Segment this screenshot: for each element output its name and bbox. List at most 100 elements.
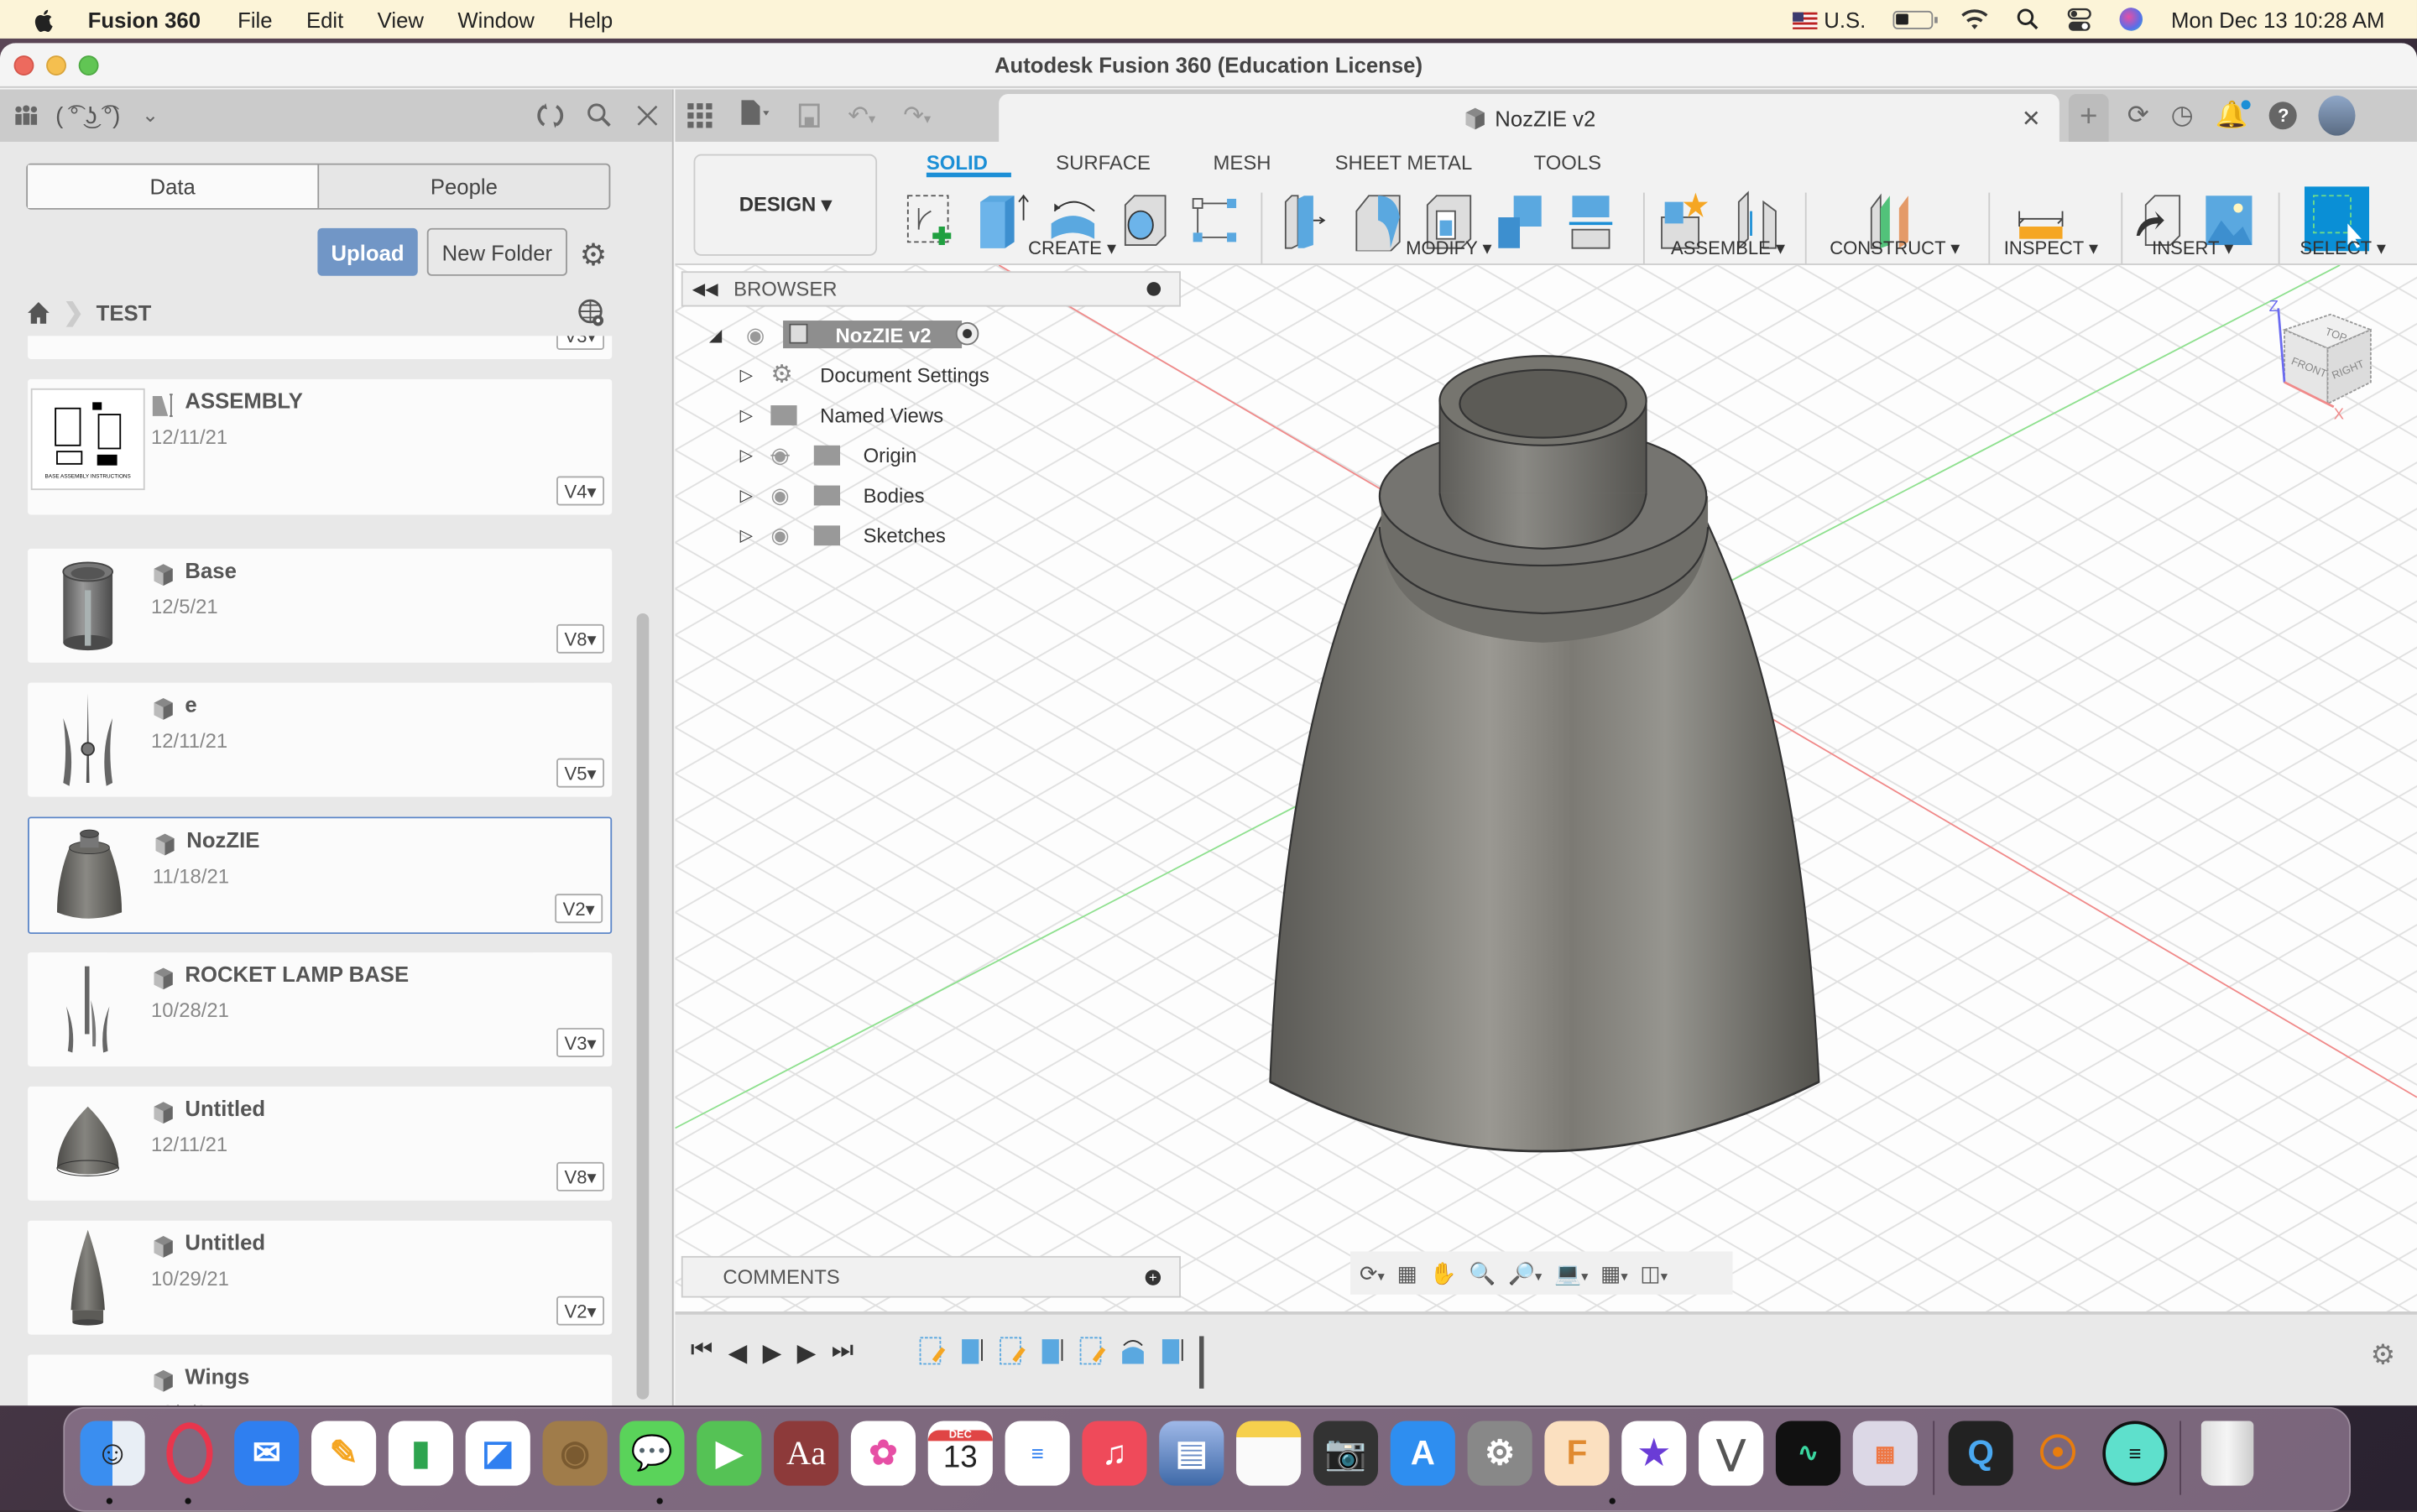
menu-app-name[interactable]: Fusion 360 (88, 7, 201, 31)
tab-people[interactable]: People (319, 165, 608, 208)
user-avatar[interactable] (2318, 95, 2357, 136)
dock-quicktime-icon[interactable]: Q (1948, 1421, 2013, 1486)
dock-pages-icon[interactable]: ✎ (311, 1421, 377, 1486)
add-comment-icon[interactable]: + (1145, 1270, 1162, 1285)
dock-opera-icon[interactable] (157, 1421, 222, 1485)
dock-image-capture-icon[interactable]: 📷 (1313, 1421, 1379, 1486)
file-card[interactable]: Untitled 12/11/21 V8 ▾ (28, 1086, 613, 1201)
new-tab-button[interactable]: + (2068, 94, 2109, 142)
timeline-settings-gear-icon[interactable]: ⚙ (2371, 1339, 2396, 1372)
activate-radio-icon[interactable] (955, 321, 979, 346)
viewports-icon[interactable]: ◫▾ (1640, 1260, 1668, 1286)
dock-activity-monitor-icon[interactable]: ∿ (1775, 1421, 1841, 1486)
dock-notes-icon[interactable] (1236, 1421, 1302, 1486)
save-icon[interactable] (798, 103, 820, 128)
fit-window-icon[interactable]: 🔎▾ (1508, 1260, 1542, 1286)
tree-item[interactable]: ▷ ⚙ Document Settings (740, 357, 1110, 391)
data-panel-grid-icon[interactable] (687, 103, 713, 128)
menu-help[interactable]: Help (568, 7, 613, 31)
hidden-eye-icon[interactable]: ◉ (770, 441, 789, 467)
menu-edit[interactable]: Edit (306, 7, 343, 31)
home-icon[interactable] (26, 300, 50, 325)
display-settings-icon[interactable]: 💻▾ (1554, 1260, 1588, 1286)
file-card-selected[interactable]: NozZIE 11/18/21 V2 ▾ (28, 816, 613, 935)
siri-icon[interactable] (2120, 8, 2143, 31)
notifications-bell-icon[interactable]: 🔔 (2216, 100, 2252, 131)
pattern-icon[interactable] (1187, 190, 1242, 251)
battery-icon[interactable] (1893, 9, 1939, 29)
apple-icon[interactable] (33, 7, 57, 32)
search-icon[interactable] (586, 102, 613, 129)
file-card[interactable]: Wings 12/5/21 (28, 1354, 613, 1406)
root-component-label[interactable]: NozZIE v2 (783, 321, 963, 349)
expand-triangle-icon[interactable]: ▷ (740, 524, 755, 545)
dock-calendar-icon[interactable]: DEC 13 (927, 1421, 993, 1486)
tab-mesh[interactable]: MESH (1214, 151, 1271, 175)
view-cube[interactable]: TOP FRONT RIGHT Z X (2257, 296, 2380, 423)
collapse-browser-icon[interactable]: ◀◀ (692, 279, 718, 299)
dock-reminders-icon[interactable]: ≡ (1005, 1421, 1070, 1486)
combine-icon[interactable] (1492, 190, 1548, 251)
file-card[interactable]: V3▾ (28, 336, 613, 359)
file-card[interactable]: ROCKET LAMP BASE 10/28/21 V3 ▾ (28, 952, 613, 1067)
version-dropdown[interactable]: V2 ▾ (555, 894, 603, 924)
dock-imovie-icon[interactable]: ★ (1621, 1421, 1687, 1486)
dock-system-preferences-icon[interactable]: ⚙ (1467, 1421, 1532, 1486)
team-chevron-down-icon[interactable]: ⌄ (142, 103, 159, 128)
menu-view[interactable]: View (378, 7, 424, 31)
upload-button[interactable]: Upload (317, 227, 418, 276)
tab-tools[interactable]: TOOLS (1534, 151, 1602, 175)
timeline-extrude-icon[interactable] (1159, 1336, 1187, 1367)
wifi-icon[interactable] (1961, 8, 1989, 30)
help-icon[interactable]: ? (2269, 102, 2298, 130)
timeline-extrude-icon[interactable] (1039, 1336, 1067, 1367)
redo-icon[interactable]: ↷▾ (903, 100, 931, 131)
input-source[interactable]: U.S. (1793, 7, 1866, 32)
select-menu[interactable]: SELECT ▾ (2300, 237, 2386, 259)
go-to-end-icon[interactable]: ⏭ (832, 1337, 854, 1369)
version-dropdown[interactable]: V5 ▾ (556, 758, 604, 788)
file-card[interactable]: e 12/11/21 V5 ▾ (28, 682, 613, 797)
job-status-clock-icon[interactable]: ◷ (2171, 100, 2194, 131)
tab-data[interactable]: Data (28, 164, 320, 208)
file-card[interactable]: Untitled 10/29/21 V2 ▾ (28, 1220, 613, 1335)
visibility-eye-icon[interactable]: ◉ (770, 522, 789, 548)
create-menu[interactable]: CREATE ▾ (1028, 237, 1116, 259)
expand-triangle-icon[interactable]: ▷ (740, 445, 755, 465)
expand-triangle-icon[interactable]: ▷ (740, 485, 755, 504)
new-folder-button[interactable]: New Folder (426, 227, 567, 276)
close-panel-icon[interactable] (635, 103, 660, 128)
extensions-icon[interactable]: ⟳ (2127, 100, 2149, 131)
document-tab[interactable]: NozZIE v2 ✕ (999, 94, 2059, 142)
close-tab-icon[interactable]: ✕ (2022, 105, 2041, 133)
insert-menu[interactable]: INSERT ▾ (2152, 237, 2233, 259)
dock-trash-icon[interactable] (2200, 1421, 2254, 1486)
control-center-icon[interactable] (2068, 7, 2092, 31)
team-name[interactable]: ( ͡° ͜ʖ ͡°) (55, 102, 120, 128)
dock-caliper-app-icon[interactable]: ⋁ (1699, 1421, 1764, 1486)
inspect-menu[interactable]: INSPECT ▾ (2004, 237, 2098, 259)
dock-fusion360-icon[interactable]: F (1544, 1421, 1610, 1486)
timeline-sketch-icon[interactable] (1079, 1336, 1107, 1367)
dock-contacts-icon[interactable]: ◉ (542, 1421, 608, 1486)
pan-hand-icon[interactable]: ✋ (1430, 1260, 1457, 1286)
dock-mail-icon[interactable]: ✉ (234, 1421, 300, 1486)
version-dropdown[interactable]: V3▾ (556, 336, 604, 350)
hole-icon[interactable] (1116, 190, 1172, 251)
menu-window[interactable]: Window (457, 7, 534, 31)
modify-menu[interactable]: MODIFY ▾ (1406, 237, 1492, 259)
timeline-marker[interactable] (1198, 1336, 1204, 1389)
assemble-menu[interactable]: ASSEMBLE ▾ (1671, 237, 1785, 259)
version-dropdown[interactable]: V2 ▾ (556, 1296, 604, 1326)
dock-circuit-app-icon[interactable]: ≡ (2102, 1421, 2168, 1486)
dock-facetime-icon[interactable]: ▶ (697, 1421, 762, 1486)
visibility-eye-icon[interactable]: ◉ (746, 321, 765, 347)
timeline-revolve-icon[interactable] (1119, 1336, 1146, 1367)
dock-numbers-icon[interactable]: ▮ (388, 1421, 453, 1486)
file-card[interactable]: BASE ASSEMBLY INSTRUCTIONS ASSEMBLY 12/1… (28, 378, 613, 515)
globe-visibility-icon[interactable] (577, 297, 608, 328)
zoom-icon[interactable]: 🔍 (1469, 1260, 1496, 1286)
tree-item[interactable]: ▷ Named Views (740, 398, 1110, 431)
breadcrumb-item[interactable]: TEST (97, 300, 152, 325)
tab-surface[interactable]: SURFACE (1056, 151, 1151, 175)
